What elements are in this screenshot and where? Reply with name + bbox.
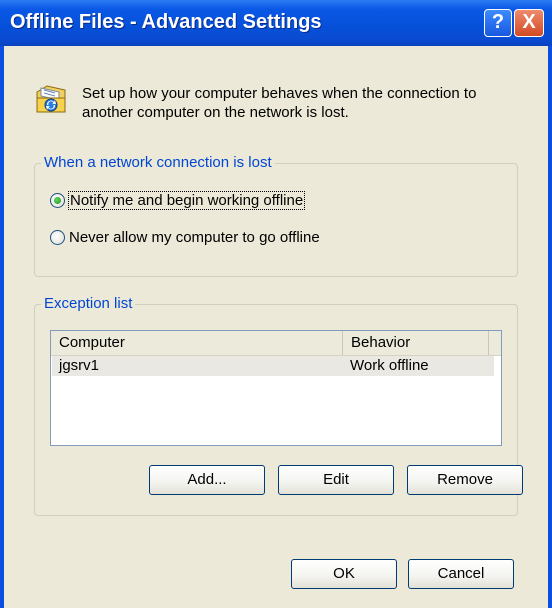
exception-list-group-label: Exception list	[41, 295, 136, 312]
add-button[interactable]: Add...	[149, 465, 265, 495]
window-title: Offline Files - Advanced Settings	[10, 11, 322, 33]
cell-computer: jgsrv1	[59, 357, 100, 374]
column-header-computer[interactable]: Computer	[51, 331, 343, 355]
help-button[interactable]: ?	[484, 9, 512, 37]
dialog-client-area: Set up how your computer behaves when th…	[4, 46, 548, 608]
title-bar: Offline Files - Advanced Settings ? X	[0, 0, 552, 46]
radio-notify-offline-label: Notify me and begin working offline	[67, 191, 306, 210]
radio-never-offline-label: Never allow my computer to go offline	[69, 229, 320, 246]
radio-button-unchecked[interactable]	[50, 230, 65, 245]
radio-button-checked[interactable]	[50, 193, 65, 208]
network-lost-group-label: When a network connection is lost	[41, 154, 275, 171]
remove-button[interactable]: Remove	[407, 465, 523, 495]
cancel-button[interactable]: Cancel	[408, 559, 514, 589]
edit-button[interactable]: Edit	[278, 465, 394, 495]
offline-files-sync-icon	[36, 85, 66, 113]
radio-notify-offline[interactable]: Notify me and begin working offline	[50, 191, 306, 210]
exception-listview[interactable]: Computer Behavior jgsrv1 Work offline	[50, 330, 502, 446]
table-row[interactable]: jgsrv1 Work offline	[52, 356, 494, 376]
column-header-behavior[interactable]: Behavior	[343, 331, 489, 355]
radio-never-offline[interactable]: Never allow my computer to go offline	[50, 229, 320, 246]
info-text: Set up how your computer behaves when th…	[82, 85, 477, 121]
network-lost-group: When a network connection is lost	[34, 154, 518, 277]
cell-behavior: Work offline	[350, 357, 429, 374]
listview-header: Computer Behavior	[51, 331, 501, 356]
close-button[interactable]: X	[514, 9, 544, 37]
ok-button[interactable]: OK	[291, 559, 397, 589]
